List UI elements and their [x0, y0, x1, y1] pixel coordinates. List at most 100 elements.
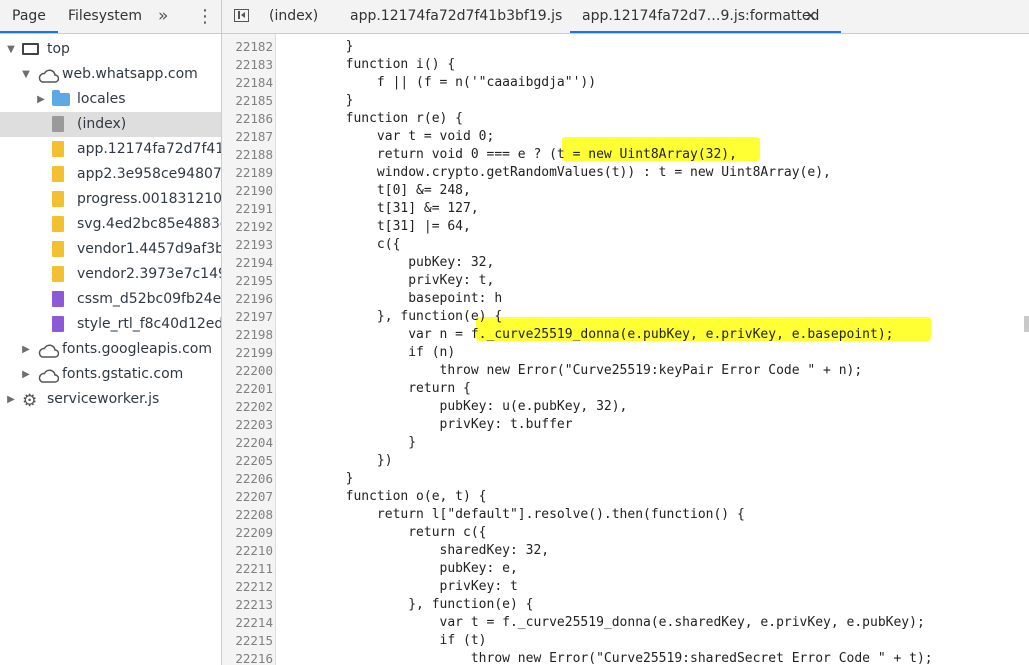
- tree-item[interactable]: style_rtl_f8c40d12edbd.css: [0, 312, 221, 337]
- frame-icon: [22, 43, 39, 55]
- line-number[interactable]: 22213: [222, 596, 273, 614]
- tree-item[interactable]: vendor2.3973e7c149c0.js: [0, 262, 221, 287]
- line-number[interactable]: 22186: [222, 110, 273, 128]
- line-number[interactable]: 22187: [222, 128, 273, 146]
- line-number[interactable]: 22210: [222, 542, 273, 560]
- tree-item-label: serviceworker.js: [47, 391, 160, 407]
- line-number[interactable]: 22216: [222, 650, 273, 665]
- line-number[interactable]: 22203: [222, 416, 273, 434]
- cloud-icon: [37, 367, 60, 387]
- line-number[interactable]: 22201: [222, 380, 273, 398]
- line-number[interactable]: 22191: [222, 200, 273, 218]
- line-number[interactable]: 22197: [222, 308, 273, 326]
- line-number[interactable]: 22182: [222, 38, 273, 56]
- line-number[interactable]: 22215: [222, 632, 273, 650]
- line-number[interactable]: 22211: [222, 560, 273, 578]
- code-text: privKey: t,: [283, 273, 495, 288]
- tree-item[interactable]: ▼ web.whatsapp.com: [0, 62, 221, 87]
- tab-app-js-formatted[interactable]: app.12174fa72d7…9.js:formatted: [569, 0, 842, 33]
- tree-item[interactable]: progress.0018312102b8a17b.js: [0, 187, 221, 212]
- tree-item[interactable]: vendor1.4457d9af3bc0.js: [0, 237, 221, 262]
- code-text: }: [283, 39, 354, 54]
- line-number[interactable]: 22183: [222, 56, 273, 74]
- tab-index[interactable]: (index): [269, 0, 318, 31]
- code-text: privKey: t: [283, 579, 518, 594]
- line-number[interactable]: 22204: [222, 434, 273, 452]
- tab-filesystem[interactable]: Filesystem: [68, 0, 142, 31]
- tree-item[interactable]: app2.3e958ce94807105ba4e0.js: [0, 162, 221, 187]
- line-number[interactable]: 22199: [222, 344, 273, 362]
- code-text: t[0] &= 248,: [283, 183, 471, 198]
- line-number[interactable]: 22196: [222, 290, 273, 308]
- tree-item-label: vendor2.3973e7c149c0.js: [77, 266, 221, 282]
- toggle-navigator-icon[interactable]: [234, 9, 249, 22]
- tree-item[interactable]: svg.4ed2bc85e4883d1.js: [0, 212, 221, 237]
- tree-item[interactable]: ▶ locales: [0, 87, 221, 112]
- collapsed-arrow-icon[interactable]: ▶: [6, 387, 16, 412]
- tree-item[interactable]: cssm_d52bc09fb24ecb.css: [0, 287, 221, 312]
- code-text: function o(e, t) {: [283, 489, 487, 504]
- more-tabs-chevron-icon[interactable]: »: [158, 0, 168, 31]
- tree-item[interactable]: ▼ top: [0, 37, 221, 62]
- tab-page[interactable]: Page: [0, 0, 58, 33]
- file-icon: [52, 141, 64, 157]
- line-number[interactable]: 22198: [222, 326, 273, 344]
- tree-item[interactable]: ▶ fonts.gstatic.com: [0, 362, 221, 387]
- code-text: privKey: t.buffer: [283, 417, 573, 432]
- tab-app-js[interactable]: app.12174fa72d7f41b3bf19.js: [350, 0, 562, 31]
- tree-item-label: style_rtl_f8c40d12edbd.css: [77, 316, 221, 332]
- file-icon: [52, 116, 64, 132]
- collapsed-arrow-icon[interactable]: ▶: [21, 337, 31, 362]
- kebab-menu-icon[interactable]: ⋮: [196, 0, 214, 31]
- code-text: pubKey: u(e.pubKey, 32),: [283, 399, 628, 414]
- code-text: }): [283, 453, 393, 468]
- tree-item[interactable]: app.12174fa72d7f41b3bf19.js: [0, 137, 221, 162]
- code-text: }: [283, 435, 417, 450]
- editor-tabbar: (index) app.12174fa72d7f41b3bf19.js app.…: [222, 0, 1029, 34]
- code-text: t[31] |= 64,: [283, 219, 471, 234]
- line-number[interactable]: 22209: [222, 524, 273, 542]
- code-text: var n = f._curve25519_donna(e.pubKey, e.…: [283, 327, 894, 342]
- tree-item-label: progress.0018312102b8a17b.js: [77, 191, 221, 207]
- tree-item[interactable]: ▶ fonts.googleapis.com: [0, 337, 221, 362]
- code-text: }, function(e) {: [283, 597, 534, 612]
- collapsed-arrow-icon[interactable]: ▶: [36, 87, 46, 112]
- line-number[interactable]: 22189: [222, 164, 273, 182]
- code-text: throw new Error("Curve25519:keyPair Erro…: [283, 363, 863, 378]
- tree-item[interactable]: (index): [0, 112, 221, 137]
- line-number[interactable]: 22206: [222, 470, 273, 488]
- line-number[interactable]: 22188: [222, 146, 273, 164]
- expanded-arrow-icon[interactable]: ▼: [6, 37, 16, 62]
- collapsed-arrow-icon[interactable]: ▶: [21, 362, 31, 387]
- tree-item[interactable]: ▶ ⚙ serviceworker.js: [0, 387, 221, 412]
- code-text: }, function(e) {: [283, 309, 503, 324]
- line-number[interactable]: 22202: [222, 398, 273, 416]
- code-text: var t = void 0;: [283, 129, 495, 144]
- tree-item-label: app.12174fa72d7f41b3bf19.js: [77, 141, 221, 157]
- line-number[interactable]: 22194: [222, 254, 273, 272]
- line-number[interactable]: 22190: [222, 182, 273, 200]
- line-number[interactable]: 22212: [222, 578, 273, 596]
- code-text: return c({: [283, 525, 487, 540]
- cloud-icon: [37, 67, 60, 87]
- file-icon: [52, 316, 64, 332]
- code-text: pubKey: e,: [283, 561, 518, 576]
- file-icon: [52, 191, 64, 207]
- tree-item-label: cssm_d52bc09fb24ecb.css: [77, 291, 221, 307]
- expanded-arrow-icon[interactable]: ▼: [21, 62, 31, 87]
- line-number[interactable]: 22205: [222, 452, 273, 470]
- code-text: return l["default"].resolve().then(funct…: [283, 507, 745, 522]
- scrollbar-marker[interactable]: [1024, 316, 1029, 332]
- close-icon[interactable]: ×: [805, 0, 817, 31]
- line-number[interactable]: 22184: [222, 74, 273, 92]
- line-number[interactable]: 22208: [222, 506, 273, 524]
- line-number[interactable]: 22195: [222, 272, 273, 290]
- line-number[interactable]: 22214: [222, 614, 273, 632]
- sources-navigator: Page Filesystem » ⋮ ▼ top ▼ web.whatsapp.co…: [0, 0, 221, 665]
- line-number[interactable]: 22200: [222, 362, 273, 380]
- code-editor[interactable]: 22182 } 22183 function i() {22184 f || (f…: [222, 34, 1022, 665]
- line-number[interactable]: 22207: [222, 488, 273, 506]
- line-number[interactable]: 22185: [222, 92, 273, 110]
- line-number[interactable]: 22193: [222, 236, 273, 254]
- line-number[interactable]: 22192: [222, 218, 273, 236]
